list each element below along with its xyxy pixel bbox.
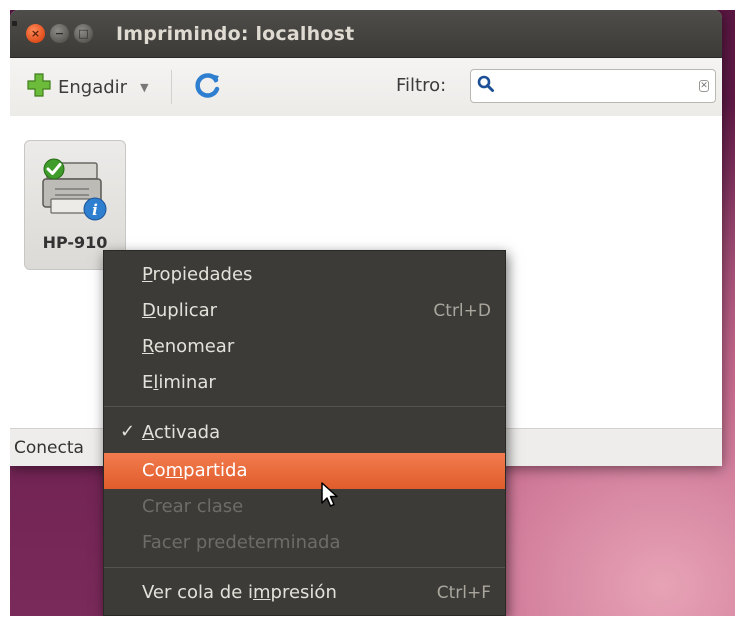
- menu-separator: [104, 406, 505, 407]
- menu-item-view-queue[interactable]: Ver cola de impresión Ctrl+F: [104, 575, 505, 611]
- close-window-button[interactable]: ×: [26, 24, 45, 43]
- menu-item-duplicate[interactable]: Duplicar Ctrl+D: [104, 293, 505, 329]
- menu-item-label: Renomear: [142, 336, 235, 357]
- corner-marker: [12, 21, 17, 26]
- printer-icon: i: [37, 153, 113, 233]
- minimize-window-button[interactable]: −: [50, 24, 69, 43]
- svg-text:i: i: [92, 201, 98, 219]
- add-printer-label: Engadir: [58, 76, 128, 98]
- checkmark-icon: ✓: [120, 421, 136, 442]
- toolbar: Engadir ▼ Filtro: ✕: [10, 58, 722, 117]
- menu-item-properties[interactable]: Propiedades: [104, 257, 505, 293]
- menu-item-shortcut: Ctrl+D: [433, 301, 491, 321]
- window-title: Imprimindo: localhost: [116, 22, 355, 45]
- menu-item-label: Ver cola de impresión: [142, 582, 337, 603]
- status-text: Conecta: [14, 438, 84, 458]
- menu-item-shared[interactable]: Compartida: [104, 453, 505, 489]
- menu-item-label: Facer predeterminada: [142, 532, 341, 553]
- menu-item-label: Propiedades: [142, 264, 253, 285]
- menu-item-shortcut: Ctrl+F: [436, 583, 491, 603]
- menu-item-create-class: Crear clase: [104, 489, 505, 525]
- check-icon: [43, 158, 65, 180]
- filter-field[interactable]: ✕: [470, 69, 716, 103]
- menu-item-label: Eliminar: [142, 372, 216, 393]
- refresh-button[interactable]: [194, 71, 222, 103]
- menu-item-delete[interactable]: Eliminar: [104, 365, 505, 401]
- menu-item-label: Crear clase: [142, 496, 244, 517]
- filter-label: Filtro:: [396, 75, 447, 96]
- search-icon: [477, 75, 495, 97]
- clear-filter-icon[interactable]: ✕: [699, 80, 709, 92]
- maximize-window-button[interactable]: □: [74, 24, 93, 43]
- menu-item-set-default: Facer predeterminada: [104, 525, 505, 561]
- plus-icon: [26, 72, 52, 102]
- menu-item-rename[interactable]: Renomear: [104, 329, 505, 365]
- screenshot-frame: × − □ Imprimindo: localhost Engadir ▼ Fi…: [10, 10, 735, 616]
- add-printer-button[interactable]: Engadir ▼: [26, 72, 149, 102]
- title-bar: × − □ Imprimindo: localhost: [10, 10, 722, 58]
- printer-context-menu: Propiedades Duplicar Ctrl+D Renomear Eli…: [103, 250, 506, 616]
- toolbar-separator: [170, 70, 172, 104]
- menu-item-label: Duplicar: [142, 300, 218, 321]
- refresh-icon: [194, 71, 222, 103]
- info-icon: i: [83, 197, 107, 221]
- mouse-pointer-icon: [320, 481, 340, 513]
- menu-separator: [104, 567, 505, 568]
- menu-item-label: Compartida: [142, 460, 248, 481]
- menu-item-enabled[interactable]: ✓ Activada: [104, 415, 505, 451]
- chevron-down-icon[interactable]: ▼: [140, 81, 148, 94]
- filter-input[interactable]: [501, 76, 699, 96]
- menu-item-label: Activada: [142, 422, 221, 443]
